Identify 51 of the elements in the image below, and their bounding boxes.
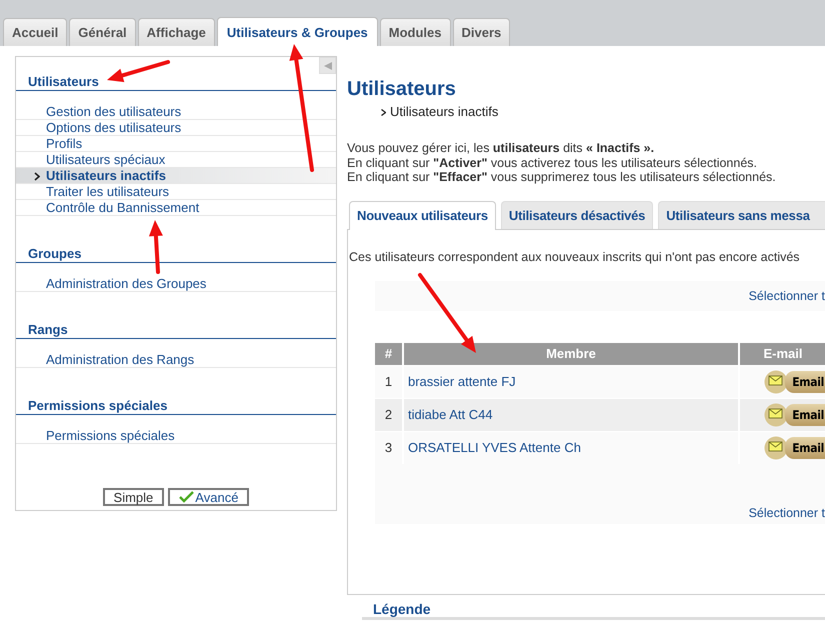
select-all-link[interactable]: Sélectionner t (748, 506, 825, 520)
member-link[interactable]: tidiabe Att C44 (403, 398, 739, 431)
intro-text: Vous pouvez gérer ici, les utilisateurs dits « Inactifs ». (347, 141, 656, 156)
menu-item[interactable]: Permissions spéciales (16, 428, 336, 444)
sub-tab[interactable]: Nouveaux utilisateurs (349, 200, 496, 230)
intro-text: En cliquant sur "Effacer" vous supprimerez tous les utilisateurs sélectionnés. (347, 170, 777, 184)
section-heading: Rangs (16, 322, 336, 339)
mode-button[interactable]: Avancé (168, 488, 250, 506)
column-header: Membre (403, 342, 739, 365)
envelope-icon (764, 436, 788, 460)
menu-item[interactable]: Administration des Rangs (16, 352, 336, 368)
breadcrumb-text: Utilisateurs inactifs (390, 104, 498, 120)
annotation-arrow (148, 220, 163, 274)
column-header: # (375, 342, 403, 365)
annotation-arrow (107, 60, 170, 82)
row-number: 2 (375, 398, 403, 431)
member-link[interactable]: ORSATELLI YVES Attente Ch (403, 431, 739, 464)
menu-item[interactable]: Profils (16, 136, 336, 152)
menu-item[interactable]: Administration des Groupes (16, 276, 336, 292)
nav-tab[interactable]: Accueil (3, 18, 68, 46)
menu-item[interactable]: Options des utilisateurs (16, 120, 336, 136)
nav-tab[interactable]: Général (69, 18, 136, 46)
menu-item[interactable]: Utilisateurs inactifs (16, 168, 336, 184)
bullet-icon (381, 108, 386, 116)
select-all-link[interactable]: Sélectionner t (748, 288, 825, 302)
nav-tab[interactable]: Utilisateurs & Groupes (216, 17, 378, 46)
menu-item[interactable]: Contrôle du Bannissement (16, 200, 336, 216)
envelope-icon (764, 402, 788, 426)
section-heading: Permissions spéciales (16, 398, 336, 415)
member-link[interactable]: brassier attente FJ (403, 365, 739, 398)
checkmark-icon (179, 491, 194, 503)
legend-heading: Légende (362, 600, 825, 620)
sub-tab[interactable]: Utilisateurs sans messa (658, 200, 825, 228)
nav-tab[interactable]: Affichage (138, 18, 215, 46)
chevron-icon (34, 172, 40, 181)
nav-tab[interactable]: Modules (380, 18, 451, 46)
row-number: 3 (375, 431, 403, 464)
row-number: 1 (375, 365, 403, 398)
sub-tab[interactable]: Utilisateurs désactivés (500, 200, 654, 228)
menu-item[interactable]: Traiter les utilisateurs (16, 184, 336, 200)
mode-button[interactable]: Simple (102, 488, 164, 506)
collapse-button[interactable] (319, 57, 336, 74)
description-text: Ces utilisateurs correspondent aux nouveaux inscrits qui n'ont pas encore activés (348, 250, 801, 264)
section-heading: Groupes (16, 246, 336, 263)
left-triangle-icon (322, 60, 332, 70)
intro-text: En cliquant sur "Activer" vous activerez tous les utilisateurs sélectionnés. (347, 156, 758, 170)
page-title: Utilisateurs (347, 77, 457, 101)
menu-item[interactable]: Gestion des utilisateurs (16, 104, 336, 120)
column-header: E-mail (739, 342, 825, 365)
nav-tab[interactable]: Divers (452, 18, 510, 46)
envelope-icon (764, 370, 788, 394)
